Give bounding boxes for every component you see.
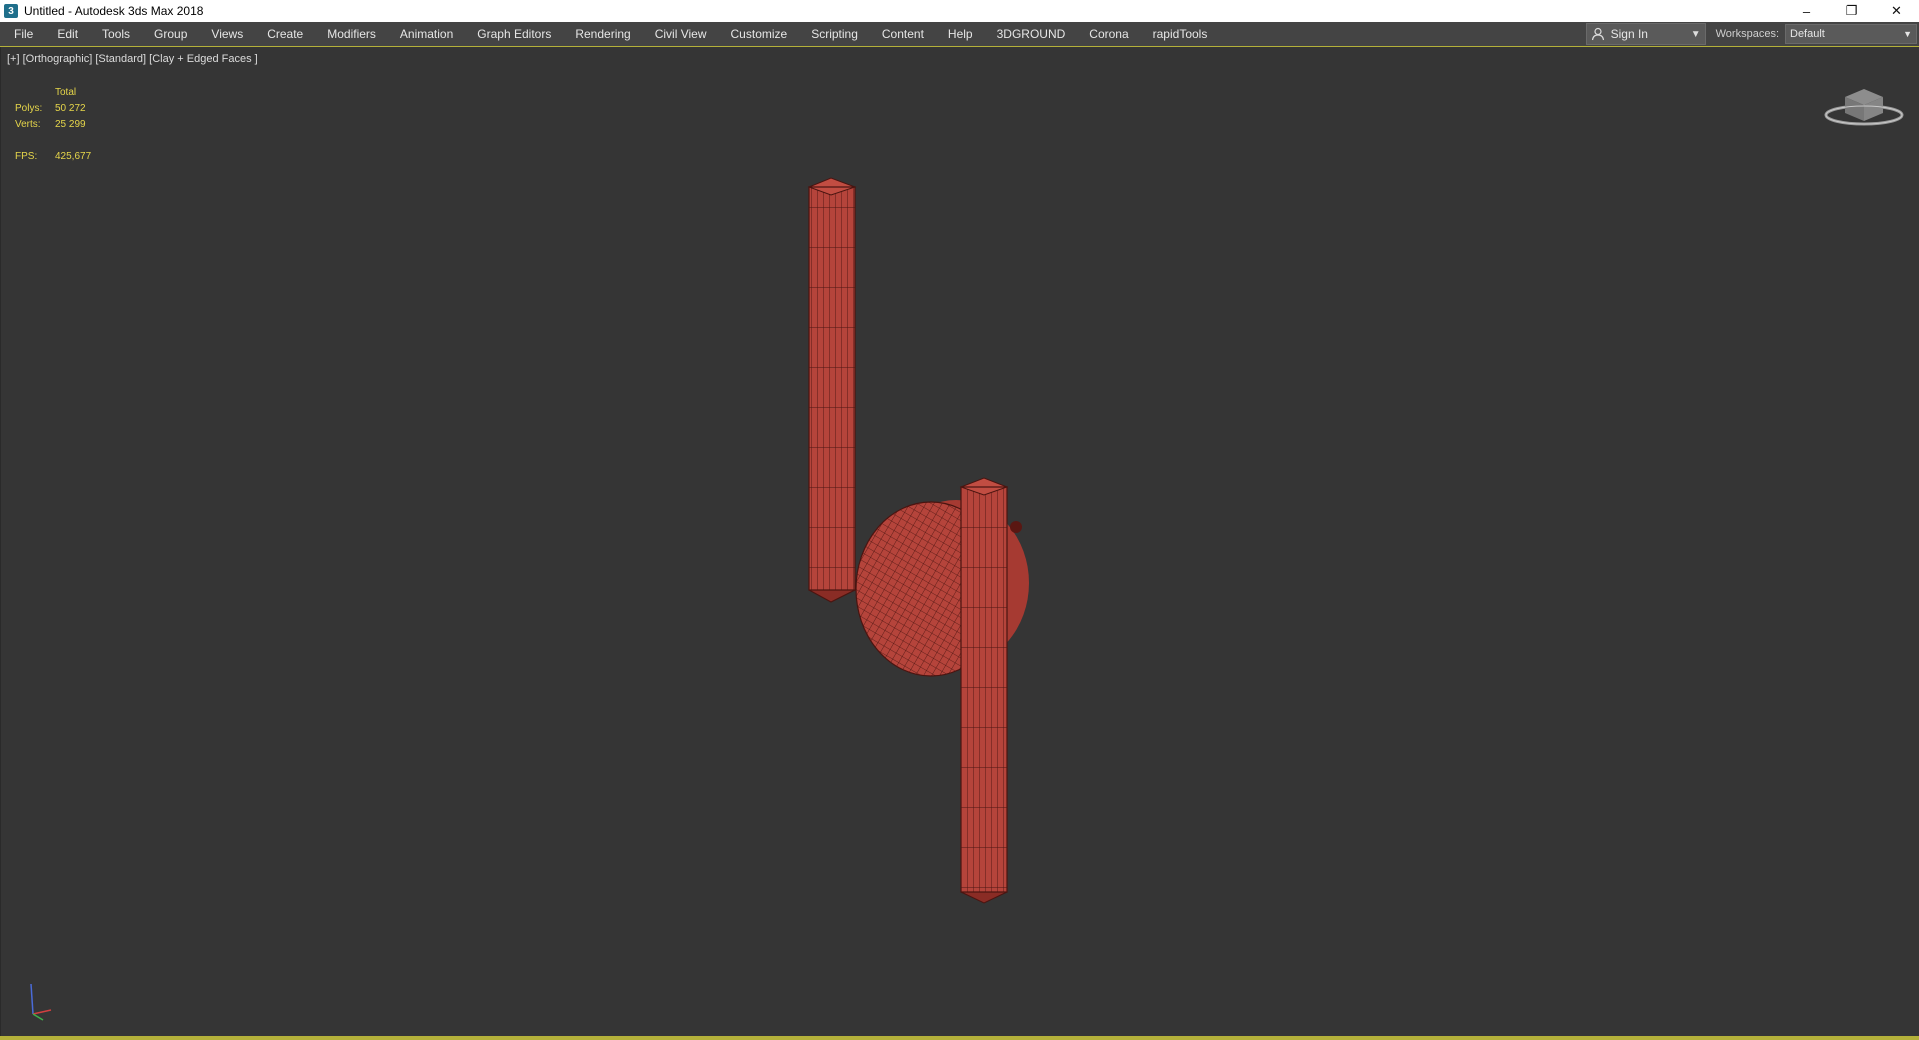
menu-3dground[interactable]: 3DGROUND: [985, 22, 1078, 46]
minimize-button[interactable]: –: [1784, 0, 1829, 22]
menu-scripting[interactable]: Scripting: [799, 22, 870, 46]
menu-help[interactable]: Help: [936, 22, 985, 46]
sign-in-button[interactable]: Sign In ▼: [1585, 23, 1706, 45]
menu-rapidtools[interactable]: rapidTools: [1141, 22, 1220, 46]
scene-geometry[interactable]: [1, 47, 1919, 1040]
workspace-value: Default: [1790, 28, 1825, 40]
window-title: Untitled - Autodesk 3ds Max 2018: [24, 4, 204, 18]
menu-views[interactable]: Views: [199, 22, 255, 46]
menu-content[interactable]: Content: [870, 22, 936, 46]
title-bar: 3 Untitled - Autodesk 3ds Max 2018 – ❐ ✕: [0, 0, 1919, 22]
menu-file[interactable]: File: [0, 22, 45, 46]
menu-civil-view[interactable]: Civil View: [643, 22, 719, 46]
box-object-upper[interactable]: [807, 177, 857, 603]
menu-modifiers[interactable]: Modifiers: [315, 22, 388, 46]
user-icon: [1591, 27, 1604, 41]
menu-customize[interactable]: Customize: [719, 22, 800, 46]
chevron-down-icon: ▼: [1690, 28, 1701, 40]
box-object-lower[interactable]: [959, 477, 1009, 904]
menu-create[interactable]: Create: [255, 22, 315, 46]
viewport-active-border: [0, 1036, 1919, 1040]
axis-tripod-icon: [30, 983, 52, 1021]
restore-button[interactable]: ❐: [1829, 0, 1874, 22]
menu-group[interactable]: Group: [142, 22, 199, 46]
sign-in-label: Sign In: [1610, 27, 1648, 41]
workspaces-label: Workspaces:: [1715, 28, 1779, 40]
menu-tools[interactable]: Tools: [90, 22, 142, 46]
menu-edit[interactable]: Edit: [45, 22, 90, 46]
chevron-down-icon: ▼: [1903, 29, 1912, 39]
perspective-viewport[interactable]: [+] [Orthographic] [Standard] [Clay + Ed…: [0, 47, 1919, 1040]
menu-graph-editors[interactable]: Graph Editors: [465, 22, 563, 46]
menu-bar: File Edit Tools Group Views Create Modif…: [0, 22, 1919, 47]
close-button[interactable]: ✕: [1874, 0, 1919, 22]
menu-corona[interactable]: Corona: [1077, 22, 1140, 46]
app-window: 3 Untitled - Autodesk 3ds Max 2018 – ❐ ✕…: [0, 0, 1919, 1040]
workspace-select[interactable]: Default ▼: [1785, 24, 1917, 44]
menu-rendering[interactable]: Rendering: [563, 22, 642, 46]
window-controls: – ❐ ✕: [1784, 0, 1919, 22]
menu-animation[interactable]: Animation: [388, 22, 465, 46]
3ds-max-icon[interactable]: 3: [4, 4, 18, 18]
viewcube-icon[interactable]: [1823, 75, 1905, 131]
